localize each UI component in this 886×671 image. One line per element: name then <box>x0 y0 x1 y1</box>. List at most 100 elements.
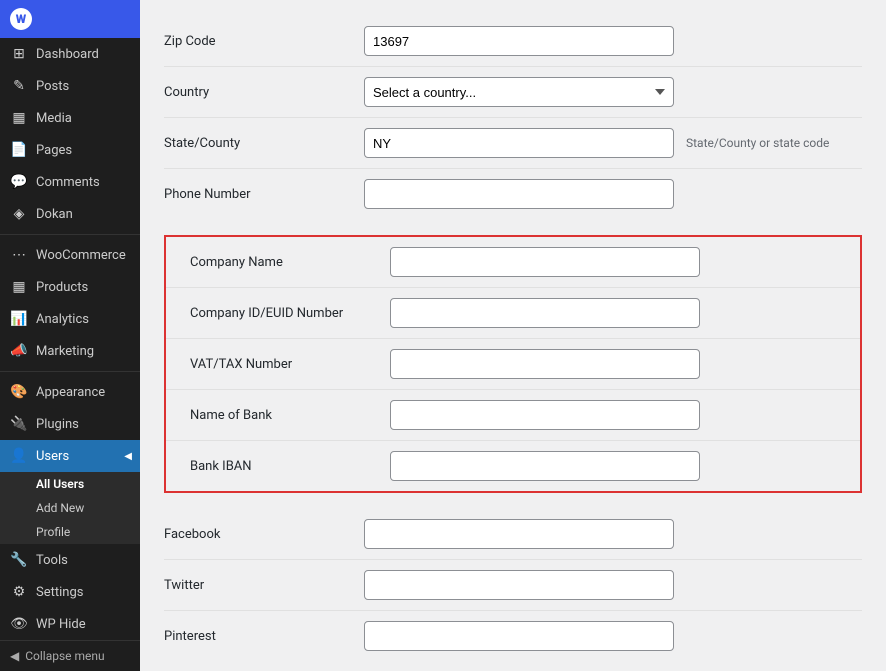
comments-icon: 💬 <box>10 174 28 190</box>
sidebar-item-label: Posts <box>36 79 69 94</box>
sidebar-item-label: Settings <box>36 585 83 600</box>
dashboard-icon: ⊞ <box>10 46 28 62</box>
appearance-icon: 🎨 <box>10 384 28 400</box>
sidebar-item-posts[interactable]: ✎ Posts <box>0 70 140 102</box>
sidebar-item-label: WP Hide <box>36 617 86 632</box>
company-name-row: Company Name <box>166 237 860 288</box>
sidebar-item-label: Tools <box>36 553 68 568</box>
country-label: Country <box>164 85 364 100</box>
woocommerce-icon: ⋯ <box>10 247 28 263</box>
sidebar-item-appearance[interactable]: 🎨 Appearance <box>0 376 140 408</box>
facebook-row: Facebook <box>164 509 862 560</box>
sidebar-item-label: Comments <box>36 175 100 190</box>
submenu-all-users[interactable]: All Users <box>0 472 140 496</box>
sidebar-item-label: Pages <box>36 143 72 158</box>
company-id-label: Company ID/EUID Number <box>190 306 390 321</box>
main-content: Zip Code Country Select a country... Uni… <box>140 0 886 671</box>
state-input[interactable] <box>364 128 674 158</box>
sidebar-item-label: Plugins <box>36 417 79 432</box>
collapse-menu[interactable]: ◀ Collapse menu <box>0 640 140 671</box>
users-icon: 👤 <box>10 448 28 464</box>
zip-code-input[interactable] <box>364 26 674 56</box>
sidebar-logo: W <box>0 0 140 38</box>
twitter-input[interactable] <box>364 570 674 600</box>
sidebar-item-media[interactable]: ▦ Media <box>0 102 140 134</box>
sidebar-divider <box>0 234 140 235</box>
settings-icon: ⚙ <box>10 584 28 600</box>
sidebar-item-plugins[interactable]: 🔌 Plugins <box>0 408 140 440</box>
collapse-arrow-icon: ◀ <box>10 649 19 663</box>
bank-iban-label: Bank IBAN <box>190 459 390 474</box>
sidebar-item-label: Marketing <box>36 344 94 359</box>
sidebar-item-wphide[interactable]: 👁 WP Hide <box>0 608 140 640</box>
sidebar-item-pages[interactable]: 📄 Pages <box>0 134 140 166</box>
dokan-icon: ◈ <box>10 206 28 222</box>
pinterest-label: Pinterest <box>164 629 364 644</box>
facebook-label: Facebook <box>164 527 364 542</box>
state-hint: State/County or state code <box>686 136 829 150</box>
sidebar-item-label: Media <box>36 111 72 126</box>
wp-icon: W <box>10 8 32 30</box>
plugins-icon: 🔌 <box>10 416 28 432</box>
tools-icon: 🔧 <box>10 552 28 568</box>
pinterest-input[interactable] <box>364 621 674 651</box>
sidebar-item-label: Analytics <box>36 312 89 327</box>
company-name-label: Company Name <box>190 255 390 270</box>
sidebar-item-tools[interactable]: 🔧 Tools <box>0 544 140 576</box>
state-label: State/County <box>164 136 364 151</box>
vat-tax-input[interactable] <box>390 349 700 379</box>
sidebar-item-label: Dashboard <box>36 47 99 62</box>
facebook-input[interactable] <box>364 519 674 549</box>
pages-icon: 📄 <box>10 142 28 158</box>
bank-iban-input[interactable] <box>390 451 700 481</box>
sidebar-item-label: Users <box>36 449 69 464</box>
form-section-social: Facebook Twitter Pinterest <box>140 493 886 671</box>
zip-code-label: Zip Code <box>164 34 364 49</box>
bordered-section-inner: Company Name Company ID/EUID Number VAT/… <box>166 237 860 491</box>
vat-tax-label: VAT/TAX Number <box>190 357 390 372</box>
sidebar-item-settings[interactable]: ⚙ Settings <box>0 576 140 608</box>
company-id-row: Company ID/EUID Number <box>166 288 860 339</box>
sidebar-item-analytics[interactable]: 📊 Analytics <box>0 303 140 335</box>
sidebar-item-comments[interactable]: 💬 Comments <box>0 166 140 198</box>
sidebar-item-label: WooCommerce <box>36 248 126 263</box>
phone-row: Phone Number <box>164 169 862 219</box>
sidebar: W ⊞ Dashboard ✎ Posts ▦ Media 📄 Pages 💬 … <box>0 0 140 671</box>
pinterest-row: Pinterest <box>164 611 862 661</box>
media-icon: ▦ <box>10 110 28 126</box>
bank-name-input[interactable] <box>390 400 700 430</box>
sidebar-item-users[interactable]: 👤 Users ◀ <box>0 440 140 472</box>
submenu-profile[interactable]: Profile <box>0 520 140 544</box>
state-row: State/County State/County or state code <box>164 118 862 169</box>
country-row: Country Select a country... United State… <box>164 67 862 118</box>
sidebar-item-marketing[interactable]: 📣 Marketing <box>0 335 140 367</box>
form-section-top: Zip Code Country Select a country... Uni… <box>140 0 886 235</box>
submenu-add-new[interactable]: Add New <box>0 496 140 520</box>
sidebar-item-woocommerce[interactable]: ⋯ WooCommerce <box>0 239 140 271</box>
sidebar-item-dokan[interactable]: ◈ Dokan <box>0 198 140 230</box>
sidebar-item-label: Dokan <box>36 207 73 222</box>
phone-input[interactable] <box>364 179 674 209</box>
company-name-input[interactable] <box>390 247 700 277</box>
zip-code-row: Zip Code <box>164 16 862 67</box>
bordered-section: Company Name Company ID/EUID Number VAT/… <box>164 235 862 493</box>
sidebar-item-dashboard[interactable]: ⊞ Dashboard <box>0 38 140 70</box>
company-id-input[interactable] <box>390 298 700 328</box>
users-submenu: All Users Add New Profile <box>0 472 140 544</box>
sidebar-item-products[interactable]: ▦ Products <box>0 271 140 303</box>
sidebar-item-label: Appearance <box>36 385 105 400</box>
products-icon: ▦ <box>10 279 28 295</box>
twitter-row: Twitter <box>164 560 862 611</box>
sidebar-divider-2 <box>0 371 140 372</box>
posts-icon: ✎ <box>10 78 28 94</box>
country-select[interactable]: Select a country... United States United… <box>364 77 674 107</box>
bank-name-label: Name of Bank <box>190 408 390 423</box>
marketing-icon: 📣 <box>10 343 28 359</box>
wphide-icon: 👁 <box>10 616 28 632</box>
twitter-label: Twitter <box>164 578 364 593</box>
collapse-label: Collapse menu <box>25 649 104 663</box>
vat-tax-row: VAT/TAX Number <box>166 339 860 390</box>
phone-label: Phone Number <box>164 187 364 202</box>
analytics-icon: 📊 <box>10 311 28 327</box>
sidebar-arrow-icon: ◀ <box>124 451 132 462</box>
